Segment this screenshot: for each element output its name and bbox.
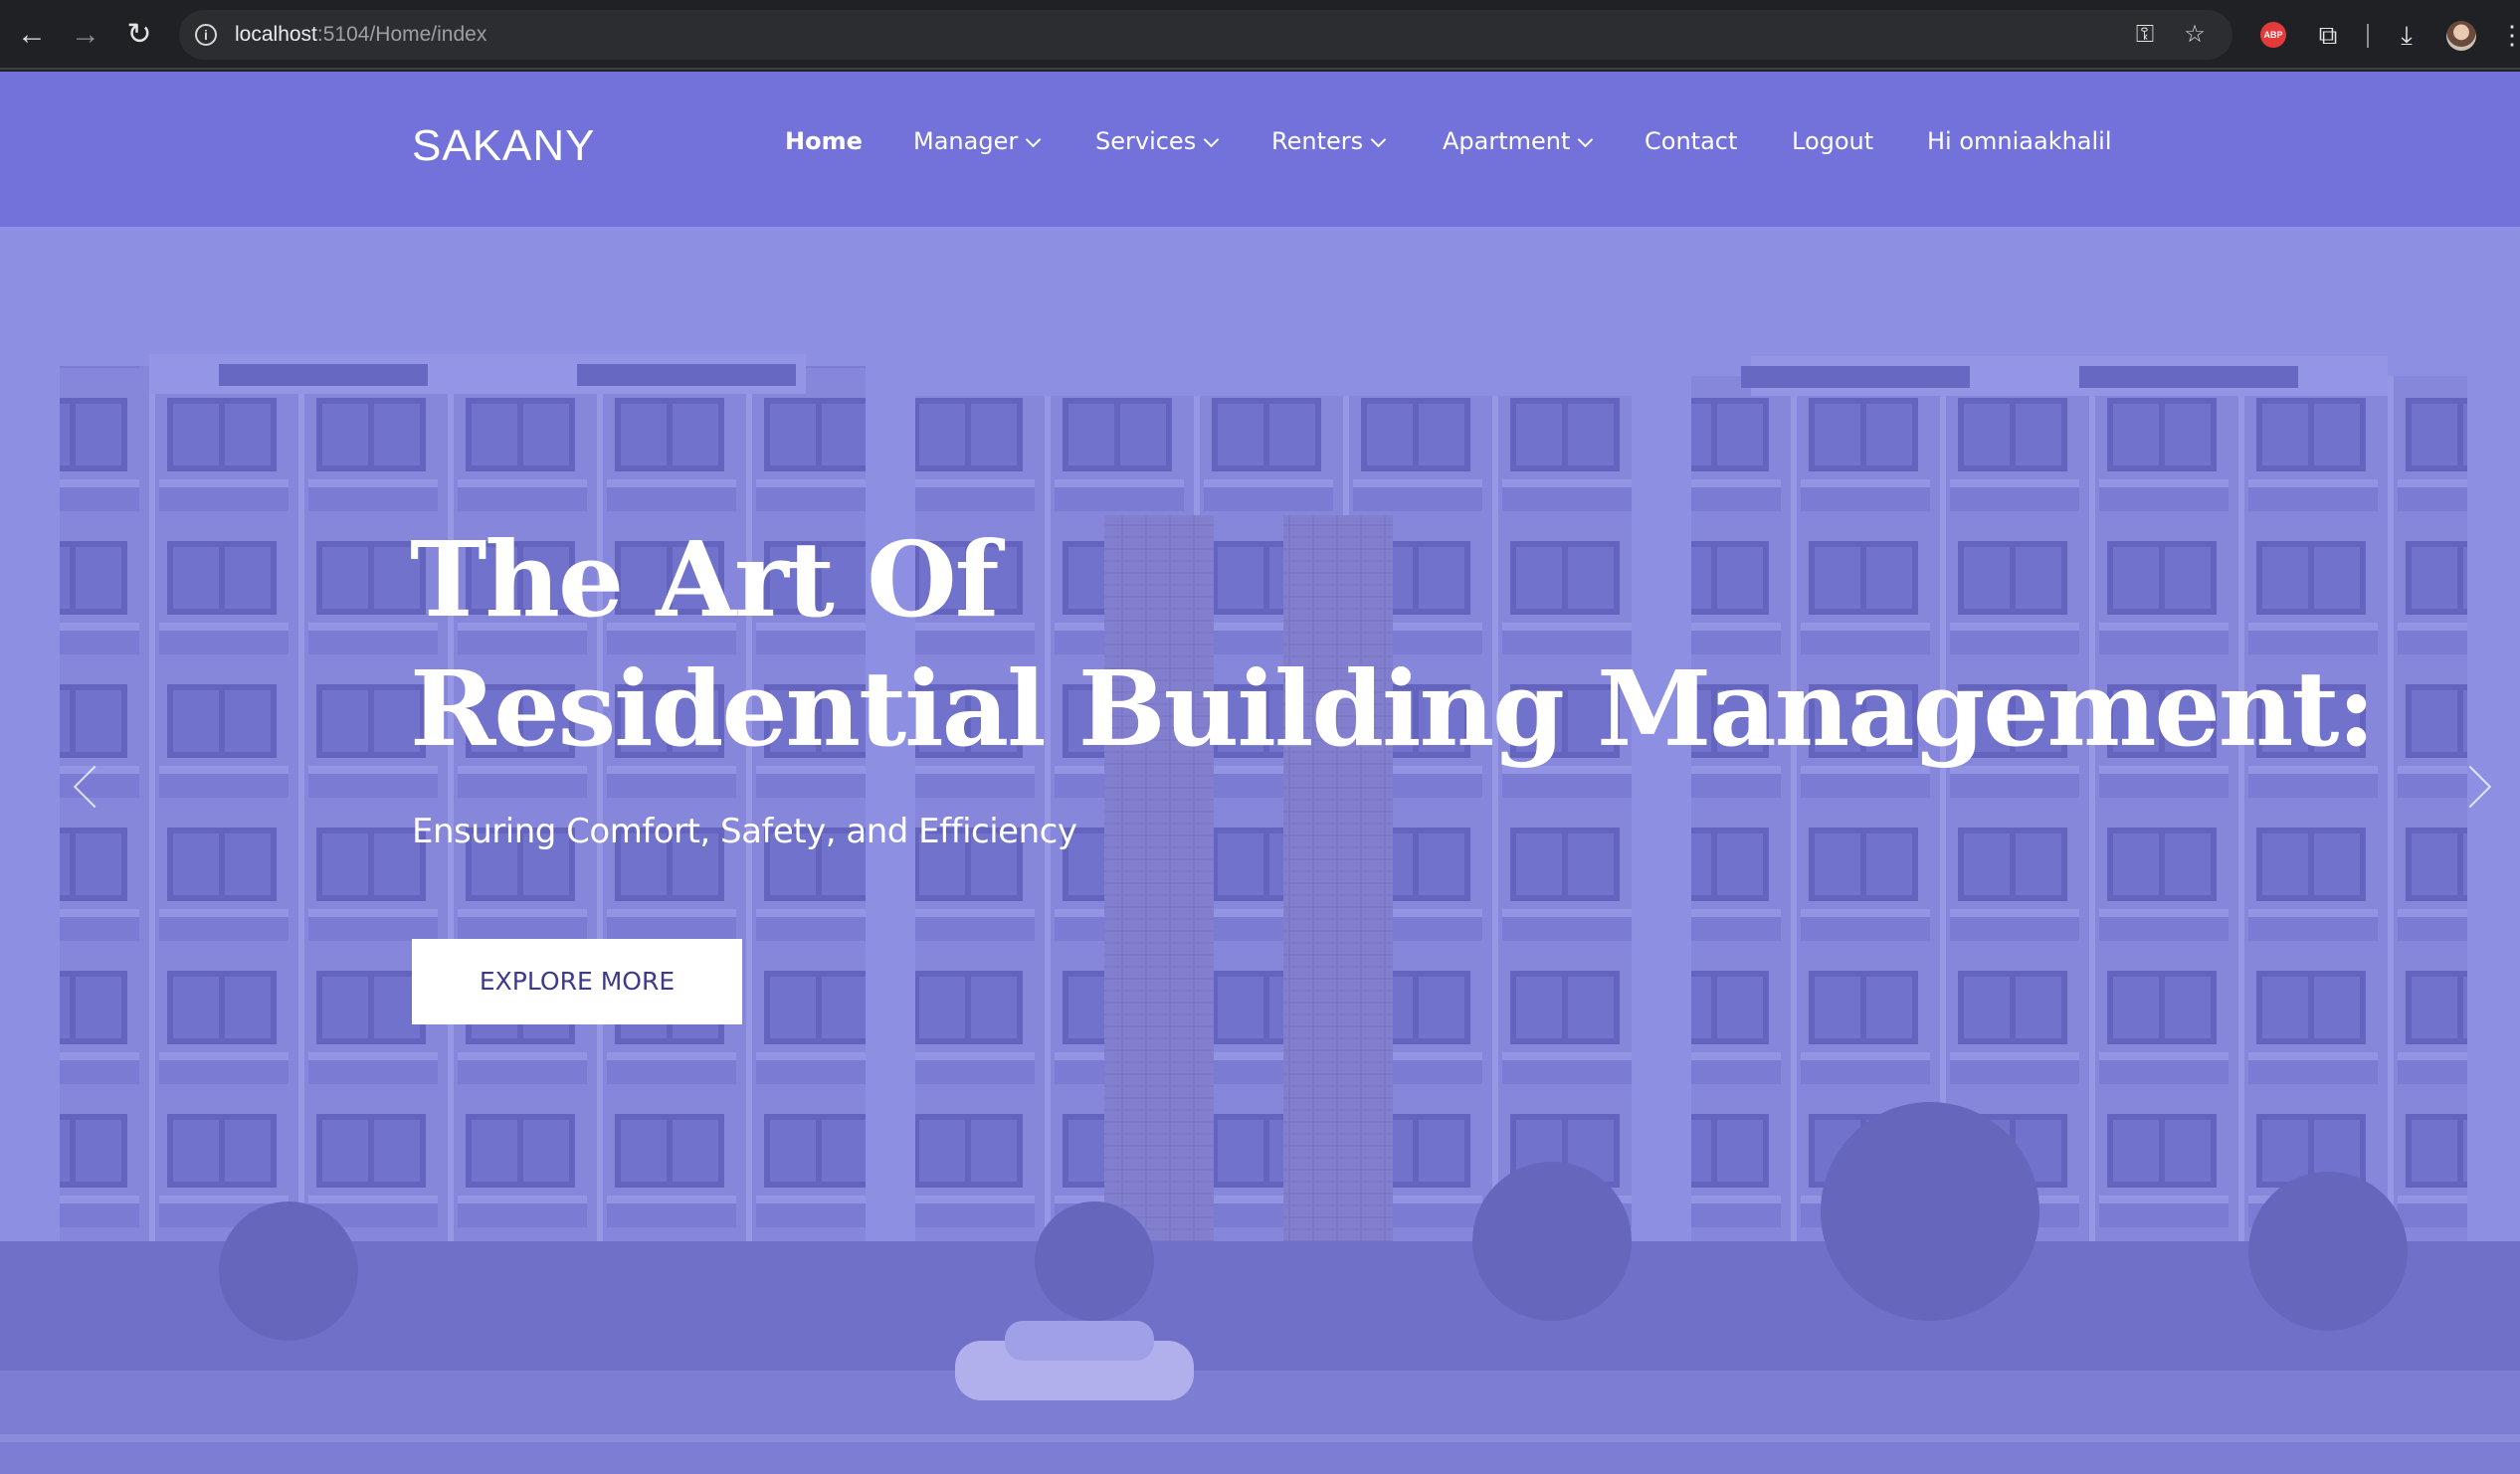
url-path: :5104/Home/index (316, 23, 487, 46)
hero-title-line1: The Art Of (410, 518, 999, 641)
nav-home[interactable]: Home (785, 121, 863, 161)
profile-avatar[interactable] (2446, 21, 2476, 51)
nav-home-label: Home (785, 127, 863, 155)
brand-logo[interactable]: SAKANY (412, 121, 596, 171)
info-icon[interactable]: i (195, 24, 217, 46)
puzzle-icon[interactable]: ⧉ (2309, 16, 2347, 54)
chevron-down-icon (1025, 131, 1042, 148)
hero-carousel: The Art Of Residential Building Manageme… (0, 227, 2520, 1474)
nav-manager[interactable]: Manager (913, 121, 1042, 161)
chevron-down-icon (1203, 131, 1220, 148)
hero-title: The Art Of Residential Building Manageme… (410, 515, 2376, 774)
back-icon[interactable]: ← (14, 17, 50, 53)
nav-renters-label: Renters (1271, 127, 1364, 155)
hero-tint-overlay (0, 227, 2520, 1474)
nav-apartment-label: Apartment (1443, 127, 1571, 155)
url-host: localhost (235, 23, 317, 46)
nav-user-greeting-label: Hi omniaakhalil (1927, 127, 2112, 155)
nav-logout-label: Logout (1792, 127, 1874, 155)
nav-manager-label: Manager (913, 127, 1019, 155)
reload-icon[interactable]: ↻ (121, 17, 157, 53)
chevron-down-icon (1370, 131, 1387, 148)
kebab-icon[interactable]: ⋮ (2499, 16, 2520, 54)
chevron-down-icon (1578, 131, 1594, 148)
browser-toolbar: ← → ↻ i localhost:5104/Home/index ⚿ ☆ AB… (0, 0, 2520, 70)
nav-logout[interactable]: Logout (1792, 121, 1873, 161)
hero-subtitle: Ensuring Comfort, Safety, and Efficiency (412, 812, 1077, 851)
nav-services-label: Services (1095, 127, 1197, 155)
star-icon[interactable]: ☆ (2177, 18, 2213, 52)
url-text[interactable]: localhost:5104/Home/index (235, 22, 486, 48)
nav-renters[interactable]: Renters (1271, 121, 1387, 161)
adblock-extension-icon[interactable]: ABP (2260, 22, 2286, 48)
nav-user-greeting[interactable]: Hi omniaakhalil (1927, 121, 2112, 161)
address-bar[interactable]: i localhost:5104/Home/index ⚿ ☆ (179, 10, 2232, 60)
site-header: SAKANY Home Manager Services Renters Apa… (0, 72, 2520, 227)
forward-icon[interactable]: → (68, 17, 103, 53)
nav-contact-label: Contact (1645, 127, 1738, 155)
hero-title-line2: Residential Building Management: (410, 647, 2376, 770)
toolbar-divider (2367, 24, 2369, 48)
nav-apartment[interactable]: Apartment (1443, 121, 1594, 161)
nav-services[interactable]: Services (1095, 121, 1220, 161)
explore-more-button[interactable]: EXPLORE MORE (412, 939, 742, 1024)
key-icon[interactable]: ⚿ (2127, 18, 2163, 52)
nav-contact[interactable]: Contact (1645, 121, 1737, 161)
download-icon[interactable]: ⤓ (2388, 16, 2425, 54)
